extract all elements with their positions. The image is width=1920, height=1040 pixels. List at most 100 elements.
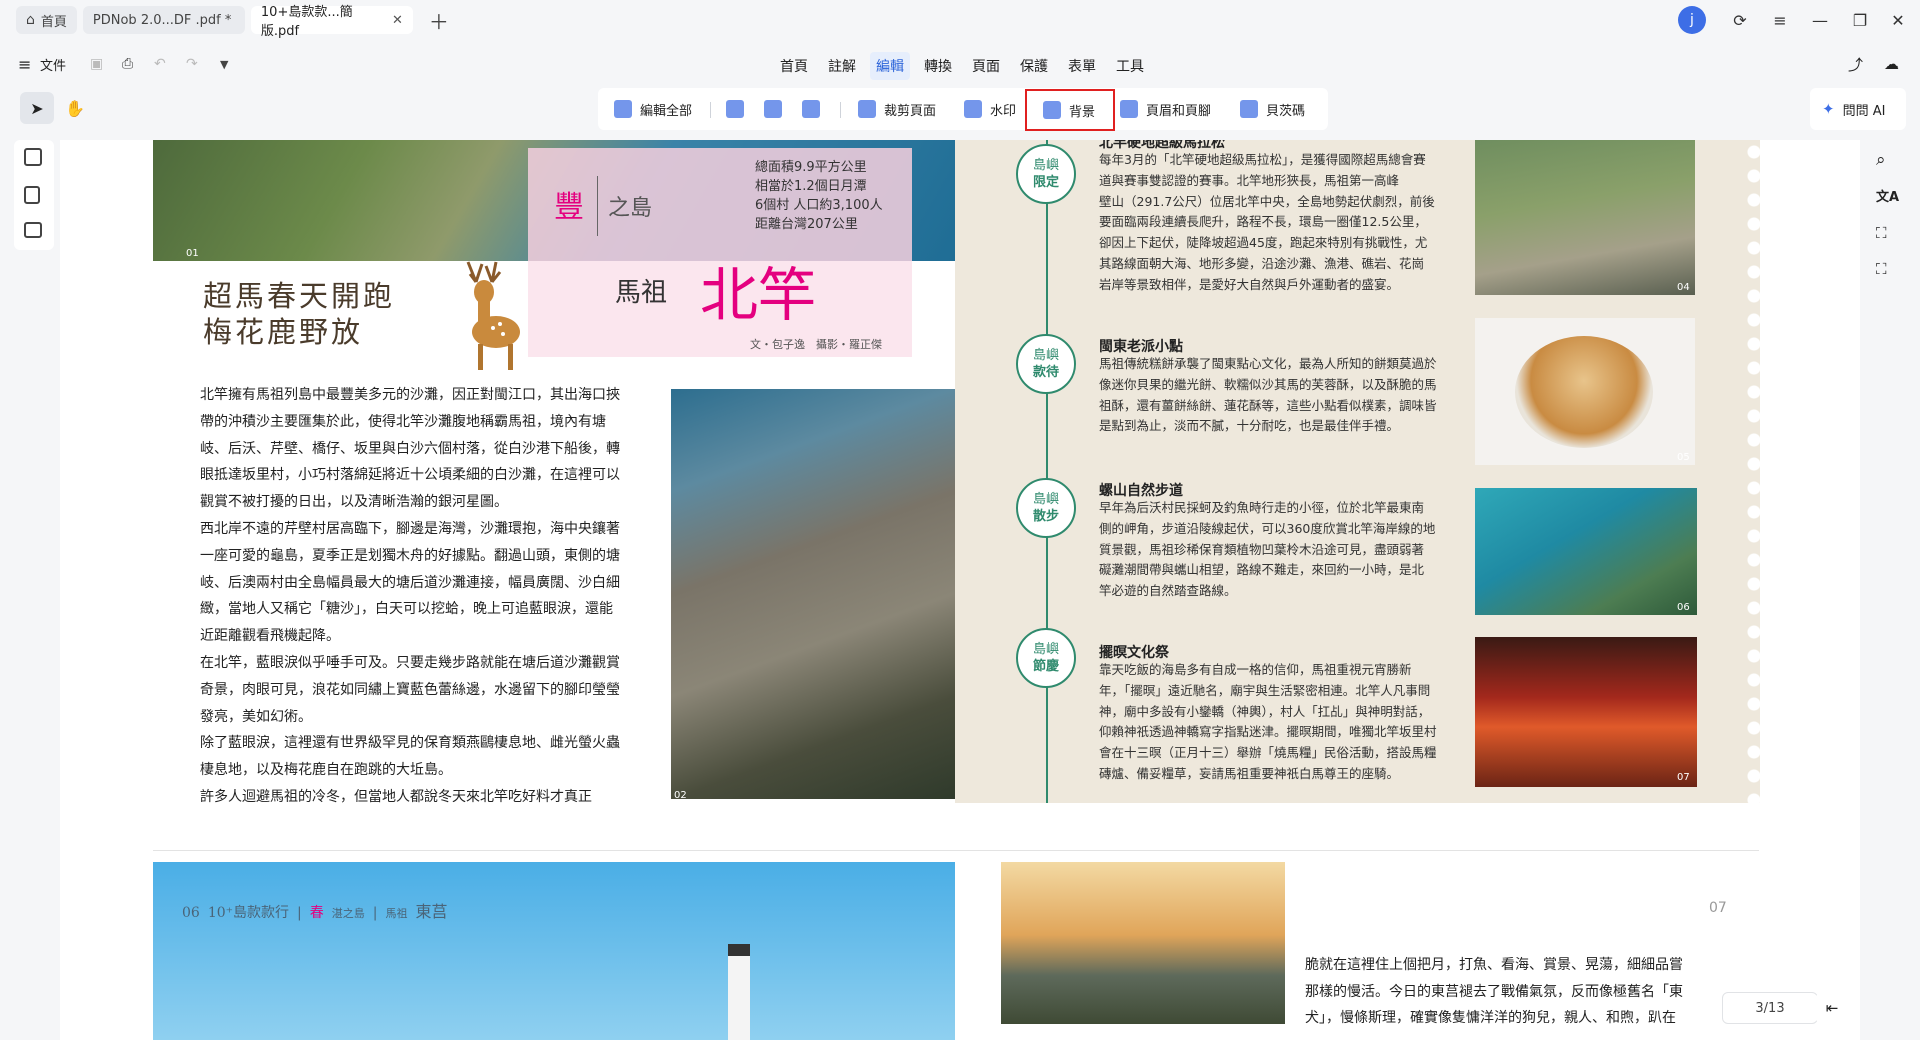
toolbar-separator [710, 102, 711, 118]
bates-number-button[interactable]: 貝茨碼 [1240, 94, 1305, 124]
link-icon [802, 100, 820, 118]
section-badge: 島嶼 限定 [1016, 144, 1076, 204]
bates-number-label: 貝茨碼 [1266, 103, 1306, 119]
add-text-button[interactable] [726, 94, 752, 124]
file-menu[interactable]: 文件 [40, 55, 66, 74]
marathon-photo [1475, 140, 1695, 295]
comment-icon[interactable] [24, 222, 42, 238]
close-window-icon[interactable]: ✕ [1886, 8, 1910, 32]
sunset-photo [1001, 862, 1285, 1024]
tab-document-1[interactable]: PDNob 2.0...DF .pdf * [82, 6, 245, 34]
text-box-icon [726, 100, 744, 118]
festival-photo [1475, 637, 1697, 787]
crop-page-label: 裁剪頁面 [884, 103, 937, 119]
avatar[interactable]: j [1678, 6, 1706, 34]
header-footer-icon [1120, 100, 1138, 118]
background-icon [1043, 101, 1061, 119]
scan-icon[interactable]: ⛶ [1876, 224, 1887, 242]
header-footer-label: 頁眉和頁腳 [1146, 103, 1212, 119]
menu-page[interactable]: 頁面 [966, 52, 1006, 80]
menu-annotate[interactable]: 註解 [822, 52, 862, 80]
stats-list: 總面積9.9平方公里 相當於1.2個日月潭 6個村 人口約3,100人 距離台灣… [755, 160, 883, 232]
quick-access-dropdown-icon[interactable]: ▼ [220, 58, 228, 71]
matsu-small-label: 馬祖 [385, 907, 408, 920]
background-button[interactable]: 背景 [1025, 89, 1115, 131]
undo-icon[interactable]: ↶ [154, 56, 166, 72]
menu-edit[interactable]: 編輯 [870, 52, 910, 80]
menu-protect[interactable]: 保護 [1014, 52, 1054, 80]
section-badge: 島嶼 款待 [1016, 334, 1076, 394]
menu-tools[interactable]: 工具 [1110, 52, 1150, 80]
new-tab-icon[interactable]: ＋ [429, 6, 449, 35]
redo-icon[interactable]: ↷ [186, 56, 198, 72]
share-icon[interactable]: ⤴ [1848, 54, 1863, 75]
island-title: 豐 [554, 190, 584, 225]
menu-convert[interactable]: 轉換 [918, 52, 958, 80]
crop-page-button[interactable]: 裁剪頁面 [858, 94, 936, 124]
save-icon[interactable]: ▣ [90, 56, 103, 72]
matsu-label: 馬祖 [615, 278, 668, 308]
edit-toolbar: ➤ ✋ 編輯全部 裁剪頁面 水印 背景 頁眉和頁腳 貝茨碼 ✦ 問問 AI [0, 88, 1920, 132]
cloud-upload-icon[interactable]: ☁ [1884, 55, 1899, 73]
header-footer-button[interactable]: 頁眉和頁腳 [1120, 94, 1211, 124]
photo-number: 04 [1677, 282, 1690, 293]
perforated-edge [1740, 140, 1760, 803]
season-tag: 春 [309, 905, 324, 921]
timeline-line [1046, 140, 1048, 803]
title-bar: ⌂ 首頁 PDNob 2.0...DF .pdf * 10+島款款...簡版.p… [0, 0, 1920, 40]
page-indicator[interactable]: 3/13 [1722, 992, 1818, 1024]
section-title: 擺暝文化祭 [1099, 645, 1169, 661]
photo-number: 01 [186, 248, 199, 259]
menu-home[interactable]: 首頁 [774, 52, 814, 80]
tab-label: PDNob 2.0...DF .pdf * [92, 12, 232, 28]
lower-left-header: 06 10⁺島款款行 | 春 湛之島 | 馬祖 東莒 [182, 898, 448, 922]
page-bottom-border [153, 850, 1759, 851]
section-title: 閩東老派小點 [1099, 339, 1183, 355]
background-label: 背景 [1069, 104, 1096, 120]
search-icon[interactable]: ⌕ [1876, 150, 1886, 170]
select-tool-icon[interactable]: ➤ [20, 92, 54, 124]
hand-tool-icon[interactable]: ✋ [58, 92, 92, 124]
lower-right-text: 脆就在這裡住上個把月，打魚、看海、賞景、晃蕩，細細品嘗 那樣的慢活。今日的東莒褪… [1305, 957, 1683, 1026]
toolbar-panel [598, 88, 1328, 130]
sky-photo [153, 862, 955, 1040]
toolbar-separator [840, 102, 841, 118]
photo-number: 05 [1677, 452, 1690, 463]
hamburger-menu-icon[interactable]: ≡ [1768, 8, 1792, 32]
page-indicator-label: 3/13 [1755, 1000, 1785, 1016]
add-image-button[interactable] [764, 94, 790, 124]
translate-icon[interactable]: 文A [1876, 186, 1899, 205]
ocr-icon[interactable]: ⛶ [1876, 260, 1887, 278]
lower-right-page-number: 07 [1709, 900, 1727, 916]
tab-label: 10+島款款...簡版.pdf [260, 5, 353, 39]
watermark-button[interactable]: 水印 [964, 94, 1016, 124]
section-badge: 島嶼 節慶 [1016, 628, 1076, 688]
thumbnails-icon[interactable] [24, 148, 42, 166]
minimize-icon[interactable]: — [1808, 8, 1832, 32]
sync-icon[interactable]: ⟳ [1728, 8, 1752, 32]
exit-fullscreen-icon[interactable]: ⇤ [1816, 992, 1848, 1024]
close-tab-icon[interactable]: ✕ [392, 13, 403, 28]
maximize-icon[interactable]: ❐ [1848, 8, 1872, 32]
print-icon[interactable]: ⎙ [122, 56, 133, 72]
edit-all-icon [614, 100, 632, 118]
section-text: 早年為后沃村民採蚵及釣魚時行走的小徑，位於北竿最東南 側的岬角，步道沿陵線起伏，… [1099, 500, 1436, 599]
photo-number: 07 [1677, 772, 1690, 783]
lighthouse-shape [728, 944, 750, 1040]
tab-home[interactable]: ⌂ 首頁 [16, 6, 77, 34]
edit-all-button[interactable]: 編輯全部 [614, 94, 692, 124]
ask-ai-button[interactable]: ✦ 問問 AI [1810, 88, 1906, 130]
bates-number-icon [1240, 100, 1258, 118]
village-photo [671, 389, 956, 799]
section-title: 螺山自然步道 [1099, 483, 1183, 499]
tab-document-2[interactable]: 10+島款款...簡版.pdf ✕ [250, 5, 413, 39]
hamburger-icon[interactable]: ≡ [18, 55, 31, 74]
dongyin-label: 東莒 [415, 902, 448, 921]
bookmark-icon[interactable] [24, 186, 40, 204]
menu-form[interactable]: 表單 [1062, 52, 1102, 80]
section-text: 靠天吃飯的海島多有自成一格的信仰，馬祖重視元宵勝新 年，「擺暝」遠近馳名，廟宇與… [1099, 662, 1437, 781]
add-link-button[interactable] [802, 94, 828, 124]
page-number-label: 06 [182, 905, 200, 921]
headline: 超馬春天開跑 梅花鹿野放 [203, 279, 396, 349]
header-divider: | [372, 905, 378, 921]
